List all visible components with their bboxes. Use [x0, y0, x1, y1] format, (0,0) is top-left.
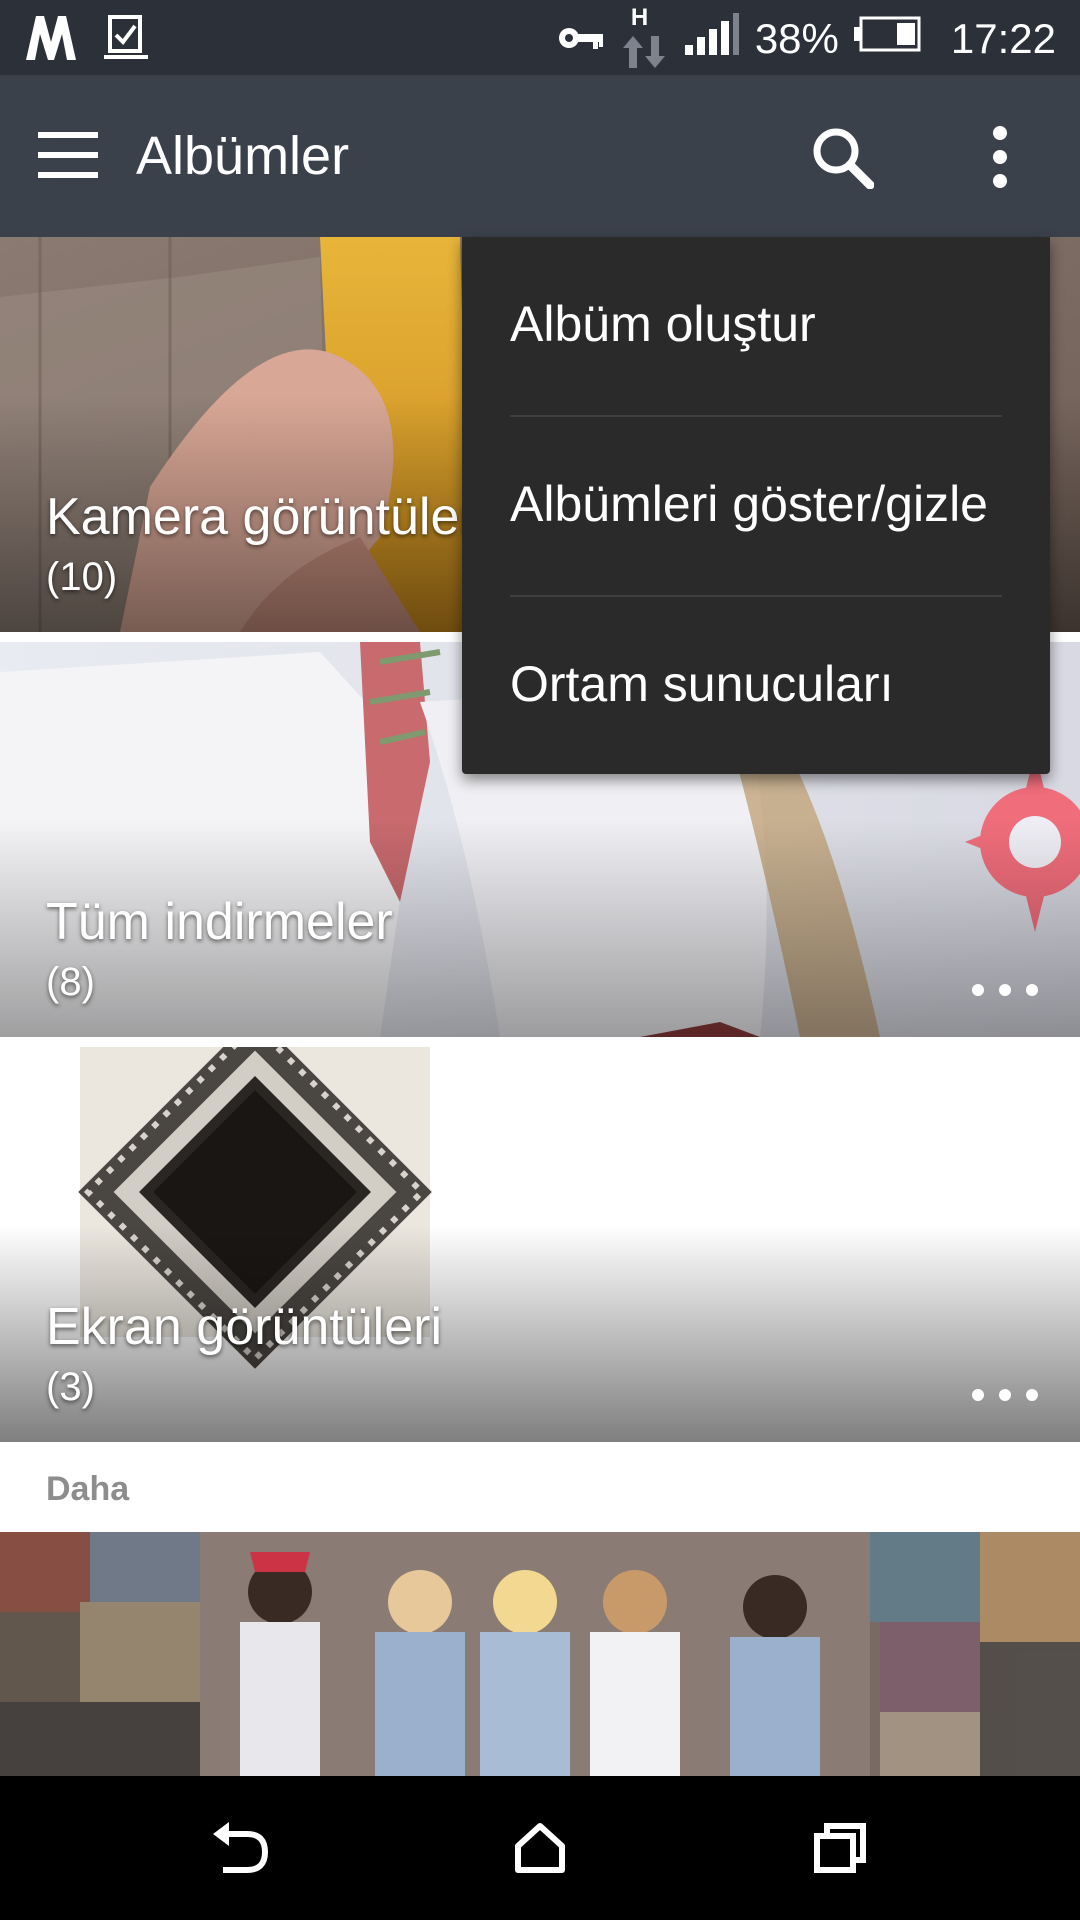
menu-item-create-album[interactable]: Albüm oluştur: [510, 295, 1002, 353]
menu-item-media-servers[interactable]: Ortam sunucuları: [510, 655, 1002, 713]
data-transfer-icon: [622, 36, 665, 68]
album-card-more[interactable]: [0, 1532, 1080, 1776]
recents-icon[interactable]: [800, 1808, 880, 1888]
page-title: Albümler: [136, 126, 350, 186]
network-type-indicator: H: [619, 4, 669, 68]
menu-icon[interactable]: [28, 123, 108, 187]
album-name: Ekran görüntüleri: [46, 1298, 442, 1356]
search-icon[interactable]: [800, 115, 884, 199]
album-more-icon[interactable]: [970, 969, 1040, 1009]
battery-icon: [853, 15, 923, 63]
status-bar: H 38% 17:22: [0, 0, 1080, 75]
back-icon[interactable]: [200, 1808, 280, 1888]
overflow-menu: Albüm oluştur Albümleri göster/gizle Ort…: [462, 237, 1050, 774]
album-more-icon[interactable]: [970, 1374, 1040, 1414]
app-bar: Albümler: [0, 75, 1080, 237]
menu-divider: [510, 415, 1002, 417]
task-done-icon: [102, 13, 150, 66]
signal-icon: [683, 11, 741, 67]
album-count: (3): [46, 1365, 95, 1409]
menu-item-show-hide-albums[interactable]: Albümleri göster/gizle: [510, 475, 1002, 533]
vpn-key-icon: [557, 15, 605, 63]
album-card-screenshots[interactable]: Ekran görüntüleri (3): [0, 1047, 1080, 1442]
menu-divider: [510, 595, 1002, 597]
clock: 17:22: [950, 15, 1056, 62]
album-cover-image: [0, 1532, 1080, 1776]
navigation-bar: [0, 1776, 1080, 1920]
overflow-menu-icon[interactable]: [970, 115, 1030, 199]
album-count: (8): [46, 960, 95, 1004]
album-count: (10): [46, 555, 118, 599]
album-name: Kamera görüntüleri: [46, 488, 489, 546]
album-name: Tüm indirmeler: [46, 893, 393, 951]
section-label-more: Daha: [46, 1470, 130, 1508]
app-logo-icon: [24, 12, 78, 67]
album-cover-image: [0, 1047, 1080, 1442]
battery-percent: 38%: [754, 15, 839, 62]
home-icon[interactable]: [500, 1808, 580, 1888]
